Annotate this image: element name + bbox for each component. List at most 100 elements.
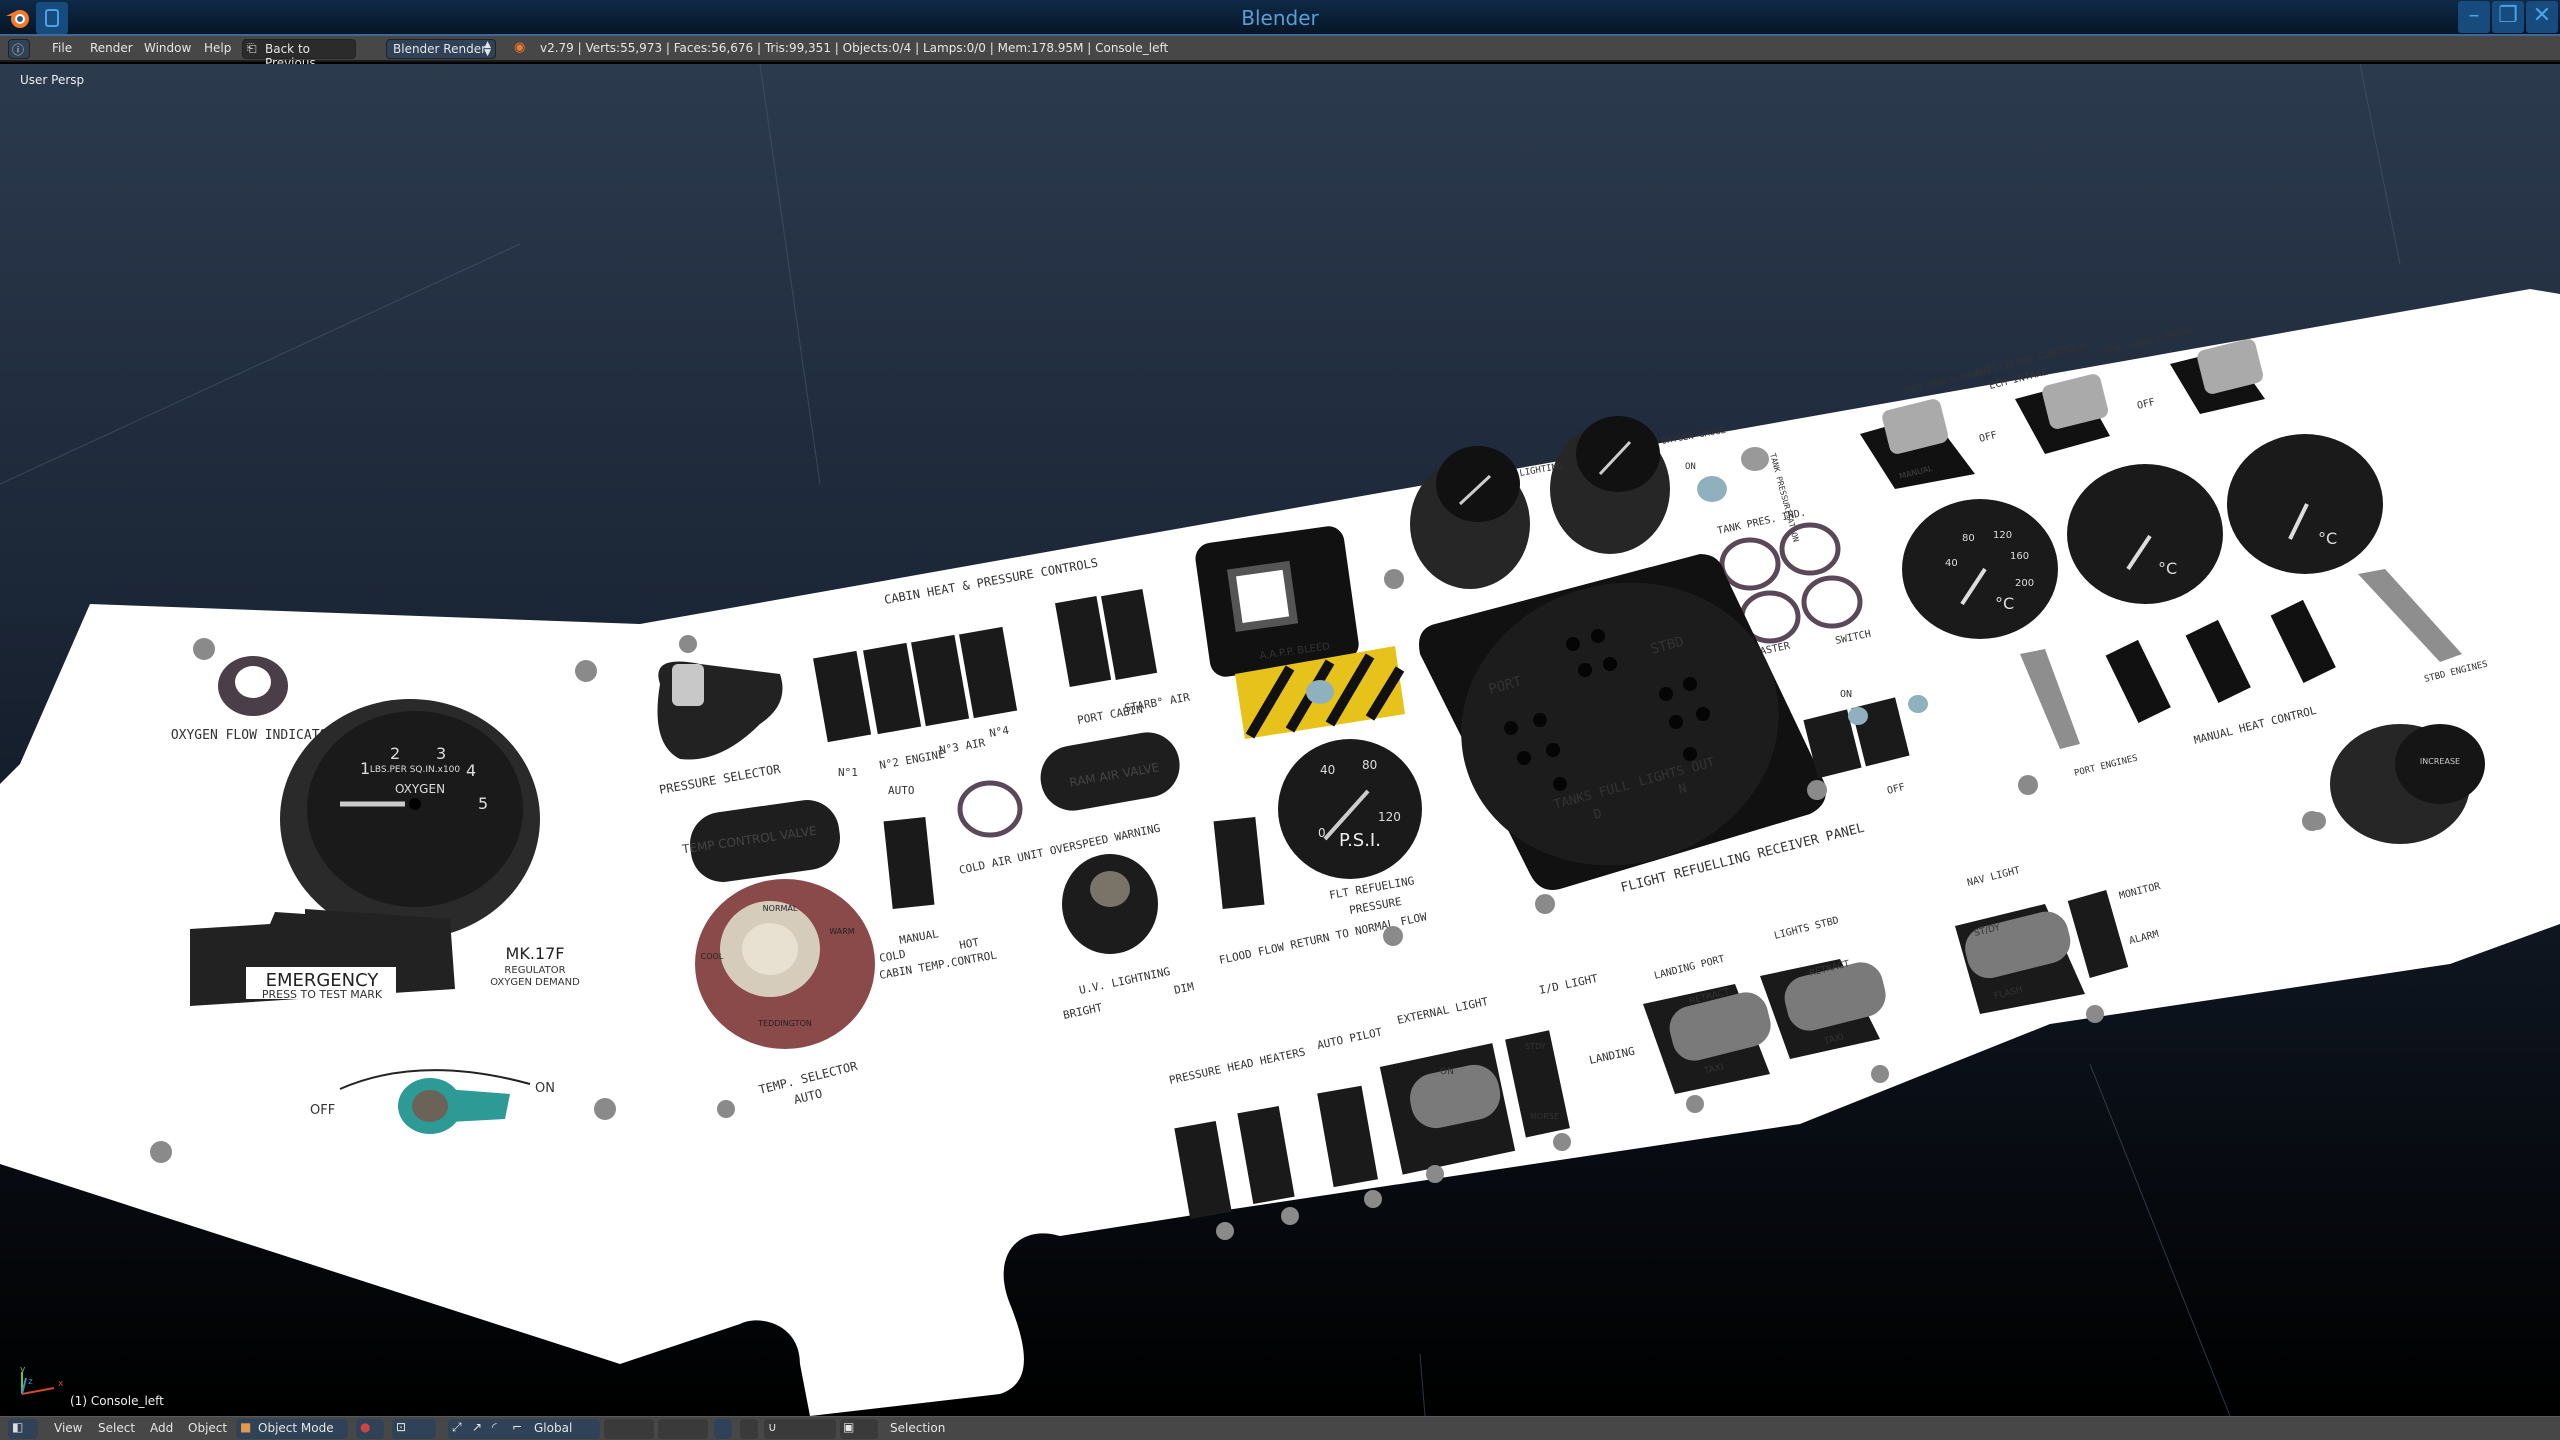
temp-tick-40: 40 <box>1945 558 1958 569</box>
render-buttons[interactable]: ▣ <box>840 1419 878 1439</box>
3d-view-header: ◧ View Select Add Object ■ Object Mode ●… <box>0 1416 2560 1440</box>
layers-grid-2[interactable] <box>658 1419 708 1439</box>
info-icon: ⓘ <box>12 43 25 57</box>
mode-value: Object Mode <box>258 1421 334 1435</box>
port-temp-gauge <box>1902 499 2058 639</box>
translate-icon: ↗ <box>472 1420 483 1434</box>
menu-file[interactable]: File <box>52 41 72 55</box>
temp-tick-200: 200 <box>2015 578 2034 589</box>
pivot-point-selector[interactable]: ⊡ <box>392 1419 436 1439</box>
magnet-icon: ∪ <box>768 1420 777 1434</box>
layers-grid-1[interactable] <box>604 1419 654 1439</box>
oxygen-tick-1: 1 <box>360 759 370 778</box>
menu-help[interactable]: Help <box>204 41 231 55</box>
maximize-icon: ❐ <box>2498 3 2518 28</box>
tank-on-label: ON <box>1685 462 1696 472</box>
rotate-icon: ◜ <box>492 1420 497 1434</box>
temp-unit-ecm: °C <box>2158 559 2177 578</box>
auto-label: AUTO <box>888 784 915 797</box>
manipulator-icon: ⤢ <box>452 1420 462 1434</box>
oxygen-gauge-title: OXYGEN <box>395 782 445 796</box>
lock-layers-button[interactable] <box>714 1419 732 1439</box>
manipulator-toggles[interactable]: ⤢ ↗ ◜ ⌐ <box>448 1419 534 1439</box>
pivot-icon: ⊡ <box>396 1420 407 1434</box>
temp-unit-port: °C <box>1995 594 2014 613</box>
menu-select[interactable]: Select <box>98 1421 135 1435</box>
lighting-dimmer-knob[interactable] <box>1410 446 1530 589</box>
oxygen-flow-label: OXYGEN FLOW INDICATOR <box>171 728 336 743</box>
oxygen-gauge <box>280 699 540 939</box>
increase-label: INCREASE <box>2420 757 2460 766</box>
abandon-aircraft-switch[interactable] <box>1306 680 1334 704</box>
close-icon: ✕ <box>2532 3 2552 28</box>
supply-off-label: OFF <box>310 1103 335 1118</box>
transform-orientation-selector[interactable]: Global <box>528 1419 600 1439</box>
psi-tick-40: 40 <box>1320 763 1335 777</box>
close-button[interactable]: ✕ <box>2526 1 2558 33</box>
axis-y-label: y <box>20 1365 26 1375</box>
external-light-on-label: ON <box>1440 1067 1454 1077</box>
regulator-model: MK.17F <box>506 944 565 963</box>
window-titlebar: Blender – ❐ ✕ <box>0 0 2560 36</box>
oxygen-tick-3: 3 <box>436 744 446 763</box>
scene-stats: v2.79 | Verts:55,973 | Faces:56,676 | Tr… <box>540 41 1169 55</box>
cube-icon: ◧ <box>12 1420 24 1434</box>
editor-type-selector-3d[interactable]: ◧ <box>8 1419 38 1439</box>
psi-tick-80: 80 <box>1362 758 1377 772</box>
stdy-label: STDY <box>1525 1042 1546 1051</box>
3d-viewport[interactable]: OXYGEN FLOW INDICATOR OXYGEN LBS.PER SQ.… <box>0 64 2560 1416</box>
axis-x-label: x <box>58 1379 64 1389</box>
selector-normal-mark: NORMAL <box>763 904 798 913</box>
pressure-selector-handle[interactable] <box>672 664 704 706</box>
menu-render[interactable]: Render <box>90 41 133 55</box>
oxygen-tick-4: 4 <box>466 761 476 780</box>
menu-object[interactable]: Object <box>188 1421 227 1435</box>
proportional-edit-button[interactable] <box>740 1419 758 1439</box>
menu-view[interactable]: View <box>54 1421 82 1435</box>
menu-add[interactable]: Add <box>150 1421 173 1435</box>
oxygen-flow-indicator <box>218 656 288 716</box>
ecm-temp-gauge <box>2067 464 2223 604</box>
temp-tick-160: 160 <box>2010 551 2029 562</box>
temp-tick-120: 120 <box>1993 530 2012 541</box>
oxygen-gauge-unit: LBS.PER SQ.IN.x100 <box>370 765 461 775</box>
orientation-value: Global <box>534 1421 573 1435</box>
blender-small-logo-icon: ◉ <box>514 40 526 55</box>
shading-sphere-icon: ● <box>360 1420 371 1434</box>
supply-on-label: ON <box>535 1081 555 1096</box>
snap-controls[interactable]: ∪ <box>764 1419 836 1439</box>
back-to-previous-button[interactable]: ⎗ Back to Previous <box>242 39 356 70</box>
render-engine-selector[interactable]: Blender Render ▲ ▼ <box>386 39 496 59</box>
tank-pressurisation-switch[interactable] <box>1741 447 1769 471</box>
axis-x-line <box>21 1387 55 1395</box>
master-switch-2-lever[interactable] <box>1908 695 1928 713</box>
press-to-test-label: PRESS TO TEST MARK <box>262 988 383 1001</box>
psi-unit: P.S.I. <box>1339 830 1381 851</box>
psi-tick-120: 120 <box>1378 810 1401 824</box>
viewport-scene: OXYGEN FLOW INDICATOR OXYGEN LBS.PER SQ.… <box>0 64 2560 1416</box>
back-icon: ⎗ <box>247 41 257 55</box>
temp-tick-80: 80 <box>1962 533 1975 544</box>
active-object-label: (1) Console_left <box>70 1394 164 1408</box>
master-switch-1-lever[interactable] <box>1848 707 1868 725</box>
flt-refueling-pressure-gauge <box>1278 739 1422 879</box>
oxygen-tick-5: 5 <box>478 794 488 813</box>
tank-pressurisation-on-switch[interactable] <box>1697 476 1727 502</box>
minimize-button[interactable]: – <box>2458 1 2490 33</box>
scale-icon: ⌐ <box>512 1420 523 1434</box>
editor-type-selector[interactable]: ⓘ <box>8 39 30 59</box>
window-title: Blender <box>1241 6 1319 30</box>
selector-warm-mark: WARM <box>829 927 855 936</box>
camera-icon: ▣ <box>843 1420 855 1434</box>
mode-selector[interactable]: ■ Object Mode <box>236 1419 348 1439</box>
maximize-button[interactable]: ❐ <box>2492 1 2524 33</box>
master-on-label: ON <box>1840 689 1852 700</box>
oxygen-supply-knob-handle[interactable] <box>445 1089 510 1122</box>
view-name: User Persp <box>20 73 85 87</box>
morse-label: MORSE <box>1530 1112 1559 1121</box>
viewport-shading-selector[interactable]: ● <box>356 1419 384 1439</box>
axis-z-label: z <box>28 1377 33 1387</box>
selector-cool-mark: COOL <box>701 952 724 961</box>
oxygen-gauge-knob[interactable] <box>1550 416 1670 554</box>
menu-window[interactable]: Window <box>144 41 191 55</box>
